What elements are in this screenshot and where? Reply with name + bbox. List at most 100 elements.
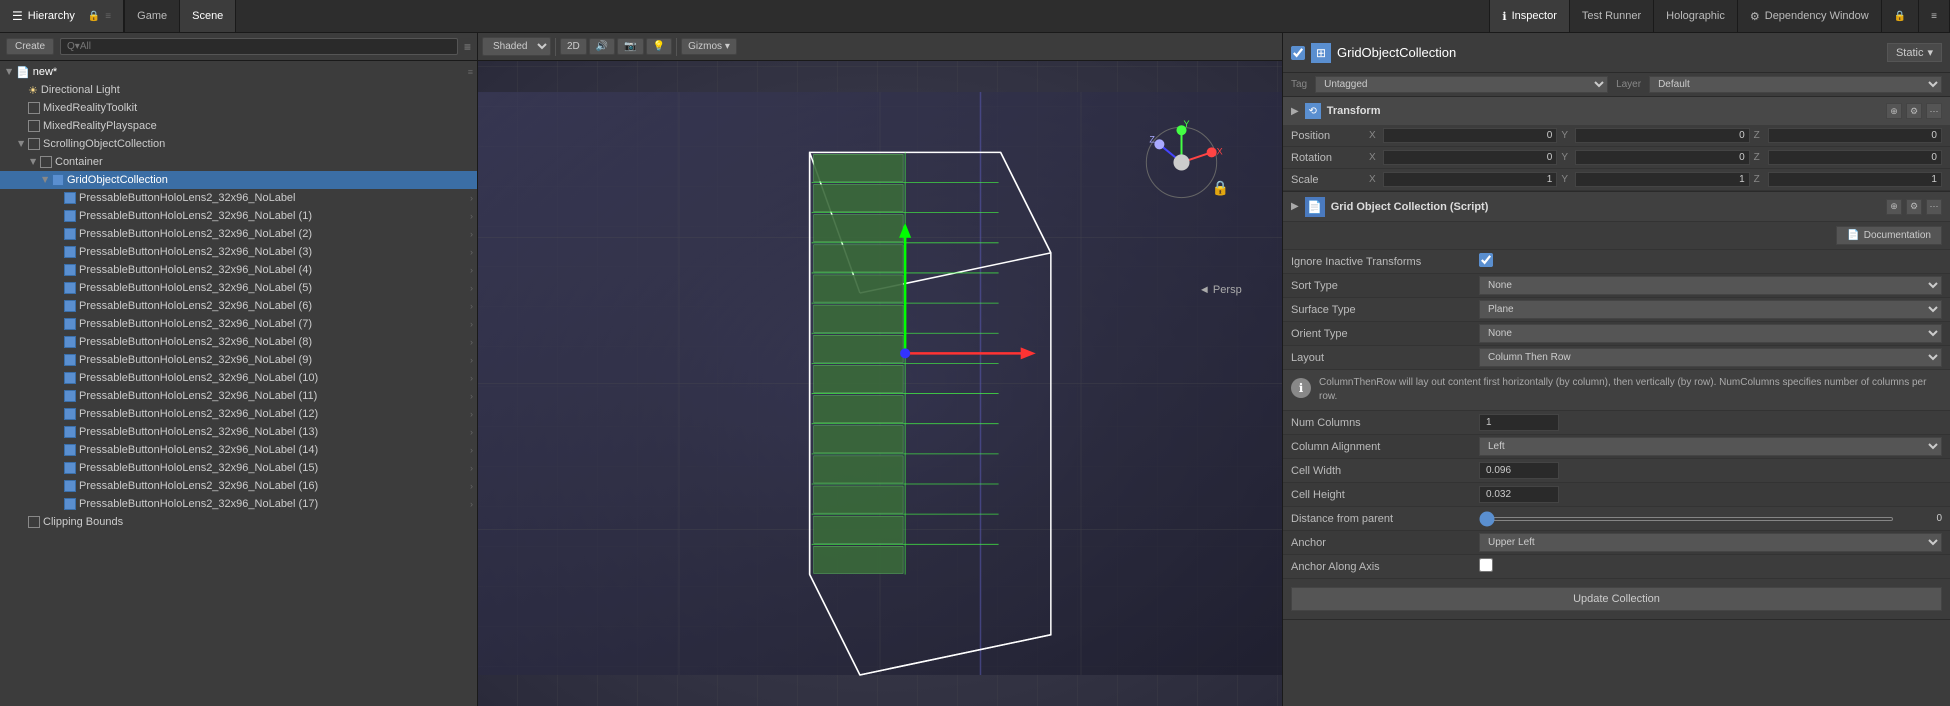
distance-slider[interactable] bbox=[1479, 517, 1894, 521]
scale-label: Scale bbox=[1291, 174, 1361, 186]
hierarchy-item-soc[interactable]: ▶ ScrollingObjectCollection bbox=[0, 135, 477, 153]
script-copy-btn[interactable]: ⊕ bbox=[1886, 199, 1902, 215]
object-active-checkbox[interactable] bbox=[1291, 46, 1305, 60]
scene-light-button[interactable]: 💡 bbox=[646, 38, 672, 55]
tab-holographic[interactable]: Holographic bbox=[1654, 0, 1738, 32]
cell-height-value bbox=[1479, 486, 1942, 503]
position-x-input[interactable] bbox=[1383, 128, 1557, 143]
transform-header[interactable]: ▶ ⟲ Transform ⊕ ⚙ ⋯ bbox=[1283, 97, 1950, 125]
hierarchy-item-btn3[interactable]: PressableButtonHoloLens2_32x96_NoLabel (… bbox=[0, 243, 477, 261]
hierarchy-item-btn16[interactable]: PressableButtonHoloLens2_32x96_NoLabel (… bbox=[0, 477, 477, 495]
hierarchy-item-btn0[interactable]: PressableButtonHoloLens2_32x96_NoLabel › bbox=[0, 189, 477, 207]
hierarchy-item-light[interactable]: ☀ Directional Light bbox=[0, 81, 477, 99]
tab-test-runner-label: Test Runner bbox=[1582, 10, 1641, 22]
ignore-inactive-checkbox[interactable] bbox=[1479, 253, 1493, 267]
arrow-new: ▶ bbox=[4, 66, 16, 78]
update-collection-button[interactable]: Update Collection bbox=[1291, 587, 1942, 611]
scale-y-input[interactable] bbox=[1575, 172, 1749, 187]
chevron-btn15: › bbox=[470, 463, 473, 473]
rotation-z-input[interactable] bbox=[1768, 150, 1942, 165]
documentation-button[interactable]: 📄 Documentation bbox=[1836, 226, 1942, 245]
position-y-input[interactable] bbox=[1575, 128, 1749, 143]
lock-btn[interactable]: 🔒 bbox=[1882, 0, 1919, 32]
cube-icon-btn7 bbox=[64, 318, 76, 330]
script-header[interactable]: ▶ 📄 Grid Object Collection (Script) ⊕ ⚙ … bbox=[1283, 192, 1950, 222]
hierarchy-item-new[interactable]: ▶ 📄 new* ≡ bbox=[0, 63, 477, 81]
hierarchy-search[interactable] bbox=[60, 38, 458, 55]
tab-test-runner[interactable]: Test Runner bbox=[1570, 0, 1654, 32]
static-badge[interactable]: Static ▾ bbox=[1887, 43, 1942, 62]
menu-btn-right[interactable]: ≡ bbox=[1919, 0, 1950, 32]
hierarchy-item-btn17[interactable]: PressableButtonHoloLens2_32x96_NoLabel (… bbox=[0, 495, 477, 513]
hierarchy-item-btn1[interactable]: PressableButtonHoloLens2_32x96_NoLabel (… bbox=[0, 207, 477, 225]
create-button[interactable]: Create bbox=[6, 38, 54, 55]
scene-camera-button[interactable]: 📷 bbox=[617, 38, 643, 55]
tab-game[interactable]: Game bbox=[124, 0, 180, 32]
tab-dependency[interactable]: ⚙ Dependency Window bbox=[1738, 0, 1882, 32]
scene-view-toolbar: Shaded 2D 🔊 📷 💡 Gizmos ▾ bbox=[478, 33, 1282, 61]
hierarchy-item-clipping[interactable]: Clipping Bounds bbox=[0, 513, 477, 531]
hierarchy-item-btn12[interactable]: PressableButtonHoloLens2_32x96_NoLabel (… bbox=[0, 405, 477, 423]
sort-type-select[interactable]: None bbox=[1479, 276, 1942, 295]
tab-inspector[interactable]: ℹ Inspector bbox=[1490, 0, 1569, 32]
hierarchy-item-btn7[interactable]: PressableButtonHoloLens2_32x96_NoLabel (… bbox=[0, 315, 477, 333]
prop-anchor: Anchor Upper Left bbox=[1283, 531, 1950, 555]
script-settings-btn[interactable]: ⚙ bbox=[1906, 199, 1922, 215]
hierarchy-item-btn9[interactable]: PressableButtonHoloLens2_32x96_NoLabel (… bbox=[0, 351, 477, 369]
script-more-btn[interactable]: ⋯ bbox=[1926, 199, 1942, 215]
prop-surface-type: Surface Type Plane bbox=[1283, 298, 1950, 322]
column-alignment-select[interactable]: Left bbox=[1479, 437, 1942, 456]
scale-z-input[interactable] bbox=[1768, 172, 1942, 187]
anchor-along-axis-checkbox[interactable] bbox=[1479, 558, 1493, 572]
options-icon[interactable]: ≡ bbox=[464, 40, 471, 54]
shading-select[interactable]: Shaded bbox=[482, 37, 551, 56]
hierarchy-item-goc[interactable]: ▶ GridObjectCollection bbox=[0, 171, 477, 189]
hierarchy-item-btn5[interactable]: PressableButtonHoloLens2_32x96_NoLabel (… bbox=[0, 279, 477, 297]
twod-button[interactable]: 2D bbox=[560, 38, 587, 55]
transform-settings-icon[interactable]: ⚙ bbox=[1906, 103, 1922, 119]
hierarchy-toolbar: Create ≡ bbox=[0, 33, 477, 61]
scene-audio-button[interactable]: 🔊 bbox=[589, 38, 615, 55]
hierarchy-item-btn8[interactable]: PressableButtonHoloLens2_32x96_NoLabel (… bbox=[0, 333, 477, 351]
scene-view[interactable]: X Y Z 🔒 ◄ Persp bbox=[478, 61, 1282, 706]
anchor-select[interactable]: Upper Left bbox=[1479, 533, 1942, 552]
hierarchy-item-btn14[interactable]: PressableButtonHoloLens2_32x96_NoLabel (… bbox=[0, 441, 477, 459]
info-icon: ℹ bbox=[1291, 378, 1311, 398]
hierarchy-item-btn15[interactable]: PressableButtonHoloLens2_32x96_NoLabel (… bbox=[0, 459, 477, 477]
tab-scene[interactable]: Scene bbox=[180, 0, 236, 32]
cube-icon-btn10 bbox=[64, 372, 76, 384]
prop-cell-width: Cell Width bbox=[1283, 459, 1950, 483]
hierarchy-item-btn6[interactable]: PressableButtonHoloLens2_32x96_NoLabel (… bbox=[0, 297, 477, 315]
layer-select[interactable]: Default bbox=[1649, 76, 1942, 93]
num-columns-input[interactable] bbox=[1479, 414, 1559, 431]
rotation-y-input[interactable] bbox=[1575, 150, 1749, 165]
gizmos-button[interactable]: Gizmos ▾ bbox=[681, 38, 737, 55]
tab-hierarchy[interactable]: ☰ Hierarchy 🔒 ≡ bbox=[0, 0, 124, 32]
transform-copy-icon[interactable]: ⊕ bbox=[1886, 103, 1902, 119]
hierarchy-item-btn13[interactable]: PressableButtonHoloLens2_32x96_NoLabel (… bbox=[0, 423, 477, 441]
hierarchy-item-btn11[interactable]: PressableButtonHoloLens2_32x96_NoLabel (… bbox=[0, 387, 477, 405]
hierarchy-icon: ☰ bbox=[12, 9, 23, 23]
cell-width-input[interactable] bbox=[1479, 462, 1559, 479]
orient-type-select[interactable]: None bbox=[1479, 324, 1942, 343]
hierarchy-item-mrp[interactable]: MixedRealityPlayspace bbox=[0, 117, 477, 135]
hierarchy-item-btn2[interactable]: PressableButtonHoloLens2_32x96_NoLabel (… bbox=[0, 225, 477, 243]
tag-select[interactable]: Untagged bbox=[1315, 76, 1608, 93]
position-z-input[interactable] bbox=[1768, 128, 1942, 143]
hierarchy-list: ▶ 📄 new* ≡ ☀ Directional Light MixedReal… bbox=[0, 61, 477, 706]
rotation-x-input[interactable] bbox=[1383, 150, 1557, 165]
hierarchy-item-mrt[interactable]: MixedRealityToolkit bbox=[0, 99, 477, 117]
surface-type-select[interactable]: Plane bbox=[1479, 300, 1942, 319]
scale-x-input[interactable] bbox=[1383, 172, 1557, 187]
hierarchy-item-container[interactable]: ▶ Container bbox=[0, 153, 477, 171]
game-tab-label: Game bbox=[137, 10, 167, 22]
pos-z-label: Z bbox=[1754, 130, 1766, 141]
transform-more-icon[interactable]: ⋯ bbox=[1926, 103, 1942, 119]
hierarchy-item-btn10[interactable]: PressableButtonHoloLens2_32x96_NoLabel (… bbox=[0, 369, 477, 387]
cell-height-input[interactable] bbox=[1479, 486, 1559, 503]
layer-label: Layer bbox=[1616, 79, 1641, 90]
cube-icon-mrt bbox=[28, 102, 40, 114]
layout-select[interactable]: Column Then Row bbox=[1479, 348, 1942, 367]
hierarchy-item-btn4[interactable]: PressableButtonHoloLens2_32x96_NoLabel (… bbox=[0, 261, 477, 279]
arrow-light bbox=[16, 84, 28, 96]
